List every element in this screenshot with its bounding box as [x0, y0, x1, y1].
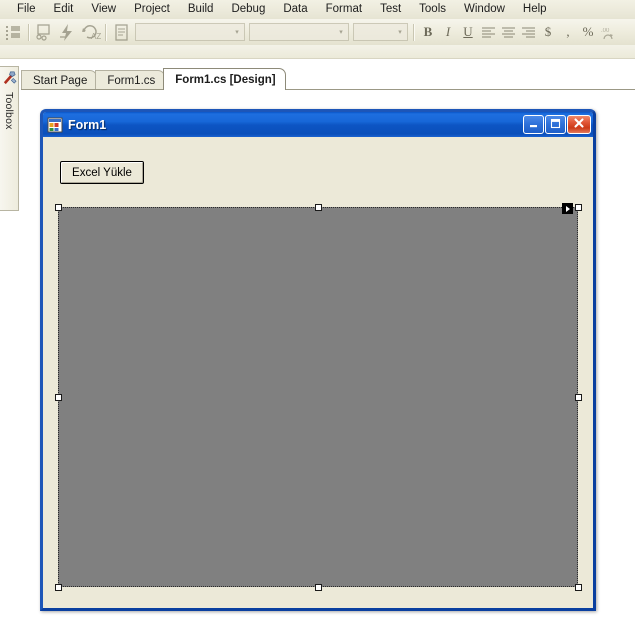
- menu-item-debug[interactable]: Debug: [222, 1, 274, 18]
- sidebar-item-toolbox[interactable]: Toolbox: [0, 66, 19, 211]
- increase-decimal-button[interactable]: .00: [598, 22, 618, 43]
- percent-button[interactable]: %: [578, 22, 598, 43]
- sort-az-icon[interactable]: AZ: [80, 22, 101, 43]
- font-family-combo[interactable]: ▾: [135, 23, 245, 41]
- toolbar-separator-2: [105, 23, 107, 41]
- minimize-icon: [528, 118, 539, 132]
- toolbar-separator-1: [28, 23, 30, 41]
- svg-text:.00: .00: [601, 28, 610, 34]
- tab-order-icon[interactable]: [34, 22, 55, 43]
- resize-handle-bottom-left[interactable]: [55, 584, 62, 591]
- svg-text:AZ: AZ: [91, 32, 101, 41]
- tab-form1-cs-design[interactable]: Form1.cs [Design]: [163, 68, 286, 90]
- form-window[interactable]: Form1 Excel Yükle: [40, 109, 596, 611]
- resize-handle-middle-left[interactable]: [55, 394, 62, 401]
- chevron-down-icon: ▾: [235, 29, 239, 36]
- resize-handle-middle-right[interactable]: [575, 394, 582, 401]
- menu-item-edit[interactable]: Edit: [45, 1, 83, 18]
- close-icon: [573, 117, 585, 132]
- excel-yukle-button[interactable]: Excel Yükle: [60, 161, 144, 184]
- datagridview-control[interactable]: [58, 207, 578, 587]
- resize-handle-top-left[interactable]: [55, 204, 62, 211]
- format-toolbar: AZ ▾ ▾ ▾ B I U $ , % .00: [0, 19, 635, 45]
- smart-tag-button[interactable]: [562, 203, 573, 214]
- resize-handle-bottom-center[interactable]: [315, 584, 322, 591]
- underline-button[interactable]: U: [458, 22, 478, 43]
- menu-item-test[interactable]: Test: [371, 1, 410, 18]
- form-title-text: Form1: [68, 117, 107, 132]
- align-right-button[interactable]: [518, 22, 538, 43]
- form-designer-surface[interactable]: Form1 Excel Yükle: [21, 89, 635, 638]
- lightning-events-icon[interactable]: [57, 22, 78, 43]
- chevron-down-icon: ▾: [398, 29, 402, 36]
- zoom-combo[interactable]: ▾: [353, 23, 408, 41]
- currency-button[interactable]: $: [538, 22, 558, 43]
- resize-handle-top-center[interactable]: [315, 204, 322, 211]
- secondary-toolbar-row: [0, 45, 635, 59]
- minimize-button[interactable]: [523, 115, 544, 134]
- menu-item-view[interactable]: View: [82, 1, 125, 18]
- maximize-icon: [550, 118, 561, 132]
- tab-start-page[interactable]: Start Page: [21, 70, 98, 90]
- align-to-grid-icon[interactable]: [3, 22, 24, 43]
- comma-button[interactable]: ,: [558, 22, 578, 43]
- menu-item-format[interactable]: Format: [317, 1, 371, 18]
- menu-item-window[interactable]: Window: [455, 1, 514, 18]
- align-center-button[interactable]: [498, 22, 518, 43]
- windows-form-icon: [47, 117, 63, 133]
- menu-item-help[interactable]: Help: [514, 1, 556, 18]
- resize-handle-bottom-right[interactable]: [575, 584, 582, 591]
- form-title-bar[interactable]: Form1: [43, 112, 593, 137]
- form-client-area[interactable]: Excel Yükle: [43, 137, 593, 608]
- toolbox-label: Toolbox: [3, 92, 15, 130]
- italic-button[interactable]: I: [438, 22, 458, 43]
- menu-item-tools[interactable]: Tools: [410, 1, 455, 18]
- tab-form1-cs[interactable]: Form1.cs: [95, 70, 166, 90]
- properties-window-icon[interactable]: [111, 22, 132, 43]
- chevron-down-icon: ▾: [339, 29, 343, 36]
- close-button[interactable]: [567, 115, 591, 134]
- document-tab-strip: Start Page Form1.cs Form1.cs [Design]: [21, 68, 635, 90]
- align-left-button[interactable]: [478, 22, 498, 43]
- font-size-combo[interactable]: ▾: [249, 23, 349, 41]
- toolbar-separator-3: [413, 23, 415, 41]
- resize-handle-top-right[interactable]: [575, 204, 582, 211]
- menu-item-file[interactable]: File: [8, 1, 45, 18]
- maximize-button[interactable]: [545, 115, 566, 134]
- hammer-wrench-icon: [2, 70, 17, 88]
- menu-bar: File Edit View Project Build Debug Data …: [0, 0, 635, 19]
- menu-item-build[interactable]: Build: [179, 1, 223, 18]
- menu-item-project[interactable]: Project: [125, 1, 179, 18]
- menu-item-data[interactable]: Data: [274, 1, 316, 18]
- smart-tag-arrow-icon: [565, 205, 570, 212]
- bold-button[interactable]: B: [418, 22, 438, 43]
